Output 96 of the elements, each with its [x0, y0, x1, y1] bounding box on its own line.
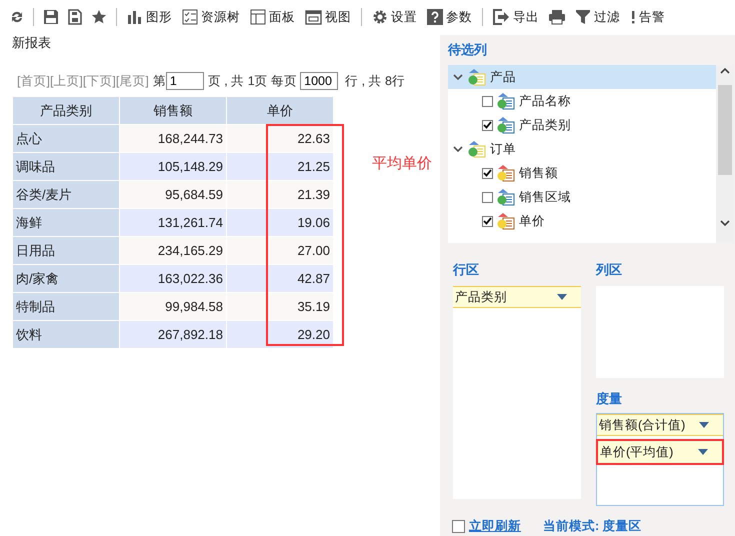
table-cell: 267,892.18 — [120, 320, 226, 348]
table-cell: 99,984.58 — [120, 292, 226, 320]
field-icon — [497, 164, 515, 182]
question-icon — [427, 9, 443, 25]
field-icon — [497, 92, 515, 110]
table-cell: 22.63 — [226, 124, 334, 152]
annotation-text: 平均单价 — [372, 154, 432, 173]
printer-icon[interactable] — [548, 9, 566, 25]
export-icon — [493, 9, 510, 25]
field-label: 销售额 — [519, 164, 558, 182]
field-label: 销售区域 — [519, 188, 571, 206]
pager-text: 行 , 共 8行 — [345, 72, 405, 90]
tree-item[interactable]: 销售区域 — [448, 185, 716, 209]
window-icon — [305, 10, 322, 24]
table-cell: 131,261.74 — [120, 208, 226, 236]
layout-icon — [250, 9, 266, 25]
field-icon — [497, 188, 515, 206]
table-cell: 21.39 — [226, 180, 334, 208]
field-icon — [468, 68, 486, 86]
checkbox[interactable] — [452, 520, 465, 533]
refresh-icon[interactable] — [10, 10, 24, 24]
field-chip[interactable]: 销售额(合计值) — [597, 414, 723, 436]
pager-text: 页 , 共 1页 每页 — [208, 72, 298, 90]
dropdown-icon[interactable] — [557, 294, 567, 300]
tree-item[interactable]: 产品类别 — [448, 113, 716, 137]
checkbox[interactable] — [482, 192, 493, 202]
field-icon — [497, 116, 515, 134]
checklist-icon — [182, 9, 198, 25]
table-cell: 163,022.36 — [120, 264, 226, 292]
toolbar-button[interactable]: 导出 — [490, 6, 542, 28]
table-cell: 21.25 — [226, 152, 334, 180]
section-title: 行区 — [453, 261, 480, 279]
mode-text: 当前模式: 度量区 — [543, 518, 642, 535]
pager-text: 第 — [152, 72, 166, 90]
save-as-icon[interactable] — [67, 9, 83, 25]
settings-icon — [372, 9, 388, 25]
toolbar-button[interactable]: 参数 — [424, 6, 475, 28]
toolbar-button[interactable]: 图形 — [124, 6, 175, 28]
section-title: 待选列 — [448, 41, 488, 59]
report-title: 新报表 — [12, 34, 52, 52]
table-cell: 95,684.59 — [120, 180, 226, 208]
checkbox[interactable] — [482, 168, 493, 178]
page-input[interactable]: 1 — [166, 72, 204, 90]
field-icon — [497, 212, 515, 230]
field-label: 产品 — [490, 68, 516, 86]
table-cell: 特制品 — [12, 292, 120, 320]
dropdown-icon[interactable] — [699, 422, 709, 428]
toolbar-button[interactable]: 过滤 — [572, 6, 623, 28]
dropdown-icon[interactable] — [698, 449, 708, 455]
table-cell: 168,244.73 — [120, 124, 226, 152]
tree-item[interactable]: 销售额 — [448, 161, 716, 185]
field-chip[interactable]: 单价(平均值) — [596, 439, 724, 465]
checkbox[interactable] — [482, 96, 493, 106]
table-cell: 调味品 — [12, 152, 120, 180]
checkbox[interactable] — [482, 120, 493, 130]
table-cell: 海鲜 — [12, 208, 120, 236]
tree-item[interactable]: 单价 — [448, 209, 716, 233]
toolbar-button[interactable]: 告警 — [627, 6, 668, 28]
table-cell: 27.00 — [226, 236, 334, 264]
table-cell: 35.19 — [226, 292, 334, 320]
checkbox-label[interactable]: 立即刷新 — [469, 518, 521, 535]
toolbar-button[interactable]: 设置 — [369, 6, 420, 28]
field-label: 产品名称 — [519, 92, 571, 110]
field-label: 产品类别 — [519, 116, 571, 134]
table-cell: 42.87 — [226, 264, 334, 292]
field-chip[interactable]: 产品类别 — [453, 286, 581, 308]
save-icon[interactable] — [43, 9, 59, 25]
table-cell: 日用品 — [12, 236, 120, 264]
table-cell: 234,165.29 — [120, 236, 226, 264]
filter-icon — [575, 9, 591, 25]
table-cell: 105,148.29 — [120, 152, 226, 180]
toolbar-button[interactable]: 资源树 — [179, 6, 243, 28]
column-header: 销售额 — [120, 96, 226, 124]
star-icon[interactable] — [91, 9, 107, 25]
table-cell: 29.20 — [226, 320, 334, 348]
exclamation-icon — [630, 9, 636, 25]
checkbox[interactable] — [482, 216, 493, 226]
tree-item[interactable]: 产品名称 — [448, 89, 716, 113]
tree-item[interactable]: 订单 — [448, 137, 716, 161]
field-label: 订单 — [490, 140, 516, 158]
section-title: 度量 — [596, 390, 623, 408]
table-cell: 19.06 — [226, 208, 334, 236]
column-header: 产品类别 — [12, 96, 120, 124]
rows-per-page-input[interactable]: 1000 — [300, 72, 338, 90]
field-icon — [468, 140, 486, 158]
table-cell: 肉/家禽 — [12, 264, 120, 292]
toolbar-button[interactable]: 视图 — [302, 6, 354, 28]
section-title: 列区 — [596, 261, 623, 279]
table-cell: 谷类/麦片 — [12, 180, 120, 208]
tree-item[interactable]: 产品 — [448, 65, 716, 89]
table-cell: 点心 — [12, 124, 120, 152]
bar-chart-icon — [127, 10, 143, 24]
table-cell: 饮料 — [12, 320, 120, 348]
field-label: 单价 — [519, 212, 545, 230]
column-header: 单价 — [226, 96, 334, 124]
toolbar-button[interactable]: 面板 — [247, 6, 298, 28]
